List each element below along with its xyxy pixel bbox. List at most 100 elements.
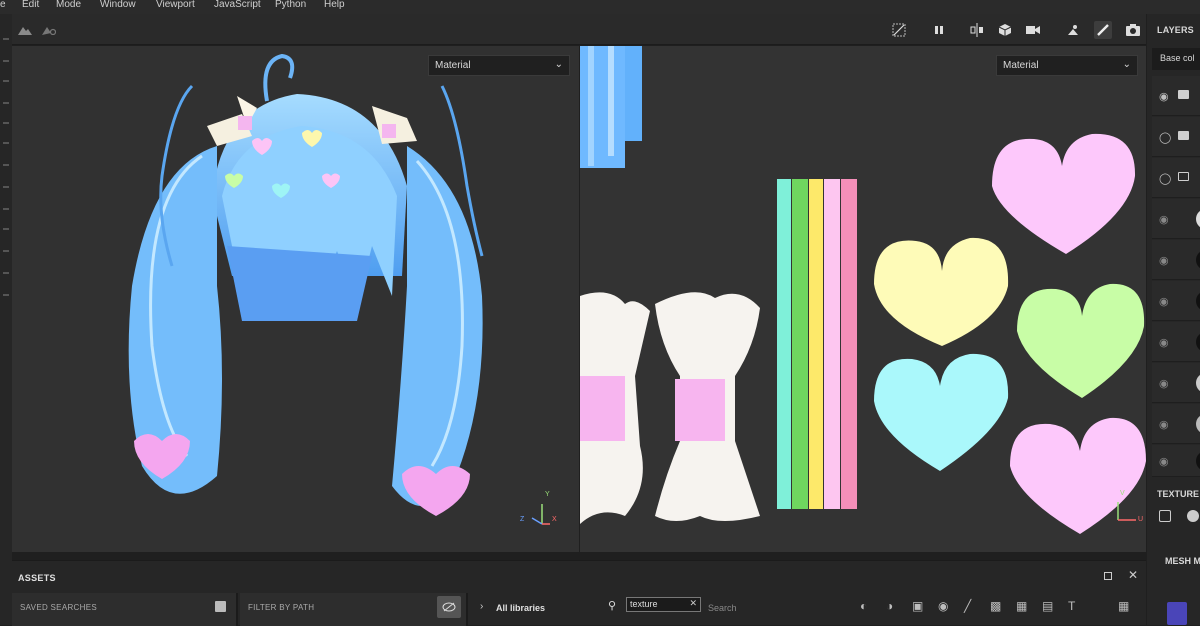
layer-row[interactable]: ◉	[1152, 281, 1200, 321]
eye-icon[interactable]: ◉	[1159, 377, 1169, 390]
material-icon[interactable]: ◑	[886, 599, 893, 613]
material-dropdown-3d[interactable]: Material ⌄	[428, 55, 570, 76]
sphere-icon[interactable]	[1187, 510, 1199, 522]
cube-icon[interactable]	[996, 21, 1014, 39]
tool-handle[interactable]	[3, 272, 9, 274]
tool-handle[interactable]	[3, 38, 9, 40]
mask-icon[interactable]: ▣	[912, 599, 923, 613]
eye-icon[interactable]: ◉	[1159, 418, 1169, 431]
viewport-3d[interactable]: Material ⌄ Y Z X	[12, 46, 579, 552]
layer-thumbnail	[1196, 250, 1200, 270]
menu-item-mode[interactable]: Mode	[56, 0, 81, 10]
folder-open-icon	[1178, 172, 1189, 181]
environment-settings-icon[interactable]	[40, 21, 58, 39]
eye-icon[interactable]: ◉	[1159, 254, 1169, 267]
layer-row[interactable]: ◉	[1152, 445, 1200, 477]
grid-view-icon[interactable]: ▦	[1118, 599, 1129, 613]
eye-icon[interactable]: ◉	[1159, 90, 1169, 103]
menu-item-javascript[interactable]: JavaScript	[214, 0, 261, 10]
layer-row[interactable]: ◉	[1152, 240, 1200, 280]
tool-handle[interactable]	[3, 122, 9, 124]
tool-handle[interactable]	[3, 250, 9, 252]
menu-item-window[interactable]: Window	[100, 0, 136, 10]
tool-handle[interactable]	[3, 294, 9, 296]
tool-handle[interactable]	[3, 80, 9, 82]
symmetry-icon[interactable]	[968, 21, 986, 39]
search-tag-chip[interactable]: texture ✕	[626, 597, 701, 612]
smart-material-icon[interactable]: ◐	[860, 599, 867, 613]
menu-item-python[interactable]: Python	[275, 0, 306, 10]
save-icon[interactable]	[215, 601, 226, 612]
layer-row[interactable]: ◉	[1152, 363, 1200, 403]
layer-thumbnail	[1196, 451, 1200, 471]
remove-tag-icon[interactable]: ✕	[689, 598, 697, 609]
layer-thumbnail	[1196, 414, 1200, 434]
layer-row[interactable]: ◉	[1152, 322, 1200, 362]
tool-handle[interactable]	[3, 228, 9, 230]
menu-item-viewport[interactable]: Viewport	[156, 0, 195, 10]
tool-handle[interactable]	[3, 60, 9, 62]
filter-icon[interactable]: ◉	[938, 599, 948, 613]
eye-hidden-icon[interactable]: ◯	[1159, 131, 1171, 144]
search-tag-label: texture	[630, 599, 658, 609]
search-input[interactable]: Search	[708, 603, 737, 613]
texture-set-title: TEXTURE S	[1147, 480, 1200, 506]
chevron-down-icon: ⌄	[554, 59, 563, 70]
alpha-icon[interactable]: ▩	[990, 599, 1001, 613]
axis-z-label: Z	[520, 516, 525, 523]
image-icon[interactable]: ▤	[1042, 599, 1053, 613]
layer-row[interactable]: ◉	[1152, 404, 1200, 444]
layer-row[interactable]: ◯	[1152, 158, 1200, 198]
folder-icon	[1178, 131, 1189, 140]
all-libraries-button[interactable]: All libraries	[496, 603, 545, 613]
menu-bar: e Edit Mode Window Viewport JavaScript P…	[0, 0, 1200, 14]
texture-settings-icon[interactable]	[1159, 510, 1171, 522]
environment-icon[interactable]	[16, 21, 34, 39]
menu-item-help[interactable]: Help	[324, 0, 345, 10]
menu-item-edit[interactable]: Edit	[22, 0, 39, 10]
eye-icon[interactable]: ◉	[1159, 455, 1169, 468]
paint-brush-icon[interactable]	[1094, 21, 1112, 39]
uv-texture-render	[580, 46, 1146, 534]
axis-u-label: U	[1138, 516, 1144, 523]
assets-panel: ASSETS ✕ SAVED SEARCHES FILTER BY PATH ›…	[12, 560, 1146, 626]
bake-icon[interactable]	[1167, 602, 1187, 625]
saved-searches-bar: SAVED SEARCHES	[12, 593, 238, 626]
eye-icon[interactable]: ◉	[1159, 295, 1169, 308]
brush-icon[interactable]: ╱	[964, 599, 971, 613]
hide-ui-icon[interactable]	[890, 21, 908, 39]
eye-slash-icon	[442, 602, 456, 612]
text-icon[interactable]: T	[1068, 599, 1075, 613]
material-dropdown-label: Material	[435, 60, 471, 71]
tool-handle[interactable]	[3, 142, 9, 144]
layer-row[interactable]: ◉	[1152, 76, 1200, 116]
layers-panel: LAYERS Base col ◉ ◯ ◯ ◉ ◉ ◉ ◉ ◉ ◉ ◉ TEXT…	[1147, 14, 1200, 625]
close-icon[interactable]: ✕	[1128, 568, 1138, 582]
layer-thumbnail	[1196, 209, 1200, 229]
hair-model-render	[128, 53, 550, 525]
menu-item-cut[interactable]: e	[0, 0, 6, 10]
tool-handle[interactable]	[3, 164, 9, 166]
saved-searches-label: SAVED SEARCHES	[20, 603, 97, 612]
tool-handle[interactable]	[3, 102, 9, 104]
eye-icon[interactable]: ◉	[1159, 336, 1169, 349]
layer-row[interactable]: ◯	[1152, 117, 1200, 157]
tool-handle[interactable]	[3, 208, 9, 210]
maximize-icon[interactable]	[1104, 572, 1112, 580]
tool-handle[interactable]	[3, 186, 9, 188]
layer-row[interactable]: ◉	[1152, 199, 1200, 239]
lighting-icon[interactable]	[1064, 21, 1082, 39]
eye-hidden-icon[interactable]: ◯	[1159, 172, 1171, 185]
grid-icon[interactable]: ▦	[1016, 599, 1027, 613]
screenshot-camera-icon[interactable]	[1124, 21, 1142, 39]
camera-video-icon[interactable]	[1024, 21, 1042, 39]
viewport-2d[interactable]: Material ⌄ V U	[580, 46, 1146, 552]
channel-dropdown[interactable]: Base col	[1152, 48, 1200, 70]
viewport-toolbar	[12, 14, 1146, 45]
chevron-right-icon[interactable]: ›	[480, 601, 483, 612]
pause-icon[interactable]	[930, 21, 948, 39]
hide-filter-button[interactable]	[437, 596, 461, 618]
material-dropdown-2d[interactable]: Material ⌄	[996, 55, 1138, 76]
eye-icon[interactable]: ◉	[1159, 213, 1169, 226]
folder-icon	[1178, 90, 1189, 99]
